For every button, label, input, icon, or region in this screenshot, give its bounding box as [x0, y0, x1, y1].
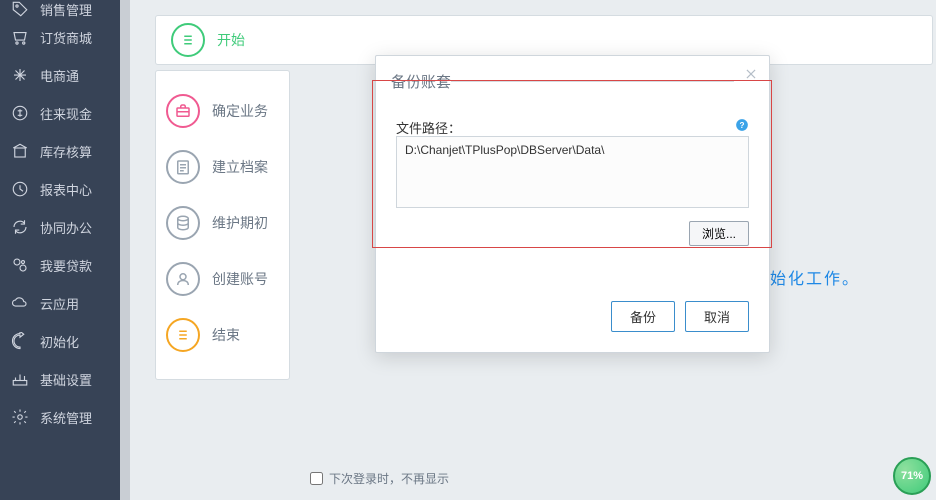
modal-actions: 备份 取消: [611, 301, 749, 332]
cancel-button[interactable]: 取消: [685, 301, 749, 332]
close-icon: [744, 67, 758, 81]
modal-overlay: 备份账套 文件路径： ? D:\Chanjet\TPlusPop\DBServe…: [0, 0, 936, 500]
help-button[interactable]: ?: [735, 118, 749, 132]
svg-text:?: ?: [740, 121, 745, 130]
backup-modal: 备份账套 文件路径： ? D:\Chanjet\TPlusPop\DBServe…: [375, 55, 770, 353]
backup-button[interactable]: 备份: [611, 301, 675, 332]
path-textarea[interactable]: D:\Chanjet\TPlusPop\DBServer\Data\: [396, 136, 749, 208]
browse-button[interactable]: 浏览...: [689, 221, 749, 246]
path-label: 文件路径：: [396, 118, 461, 137]
help-icon: ?: [735, 118, 749, 132]
